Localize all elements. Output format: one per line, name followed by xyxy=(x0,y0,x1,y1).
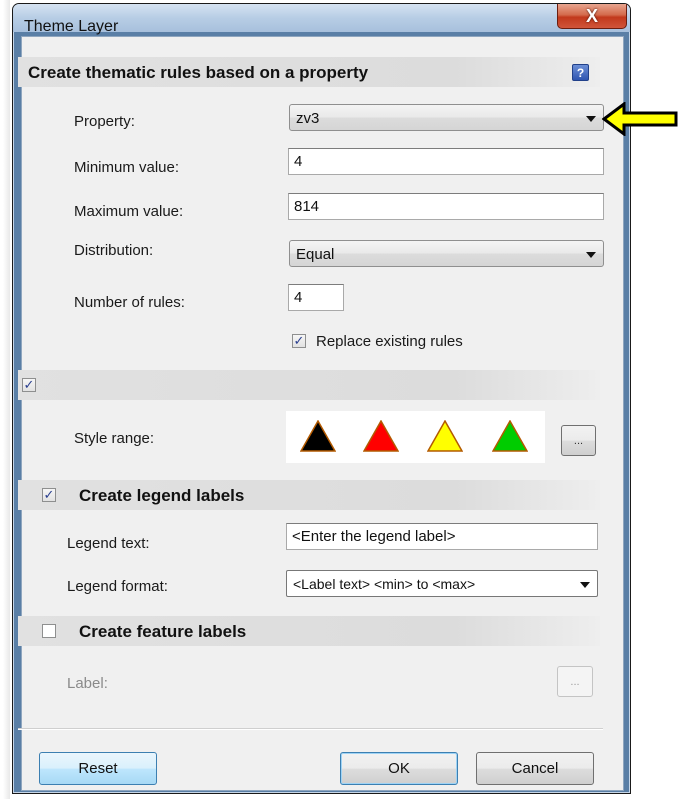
distribution-value: Equal xyxy=(296,246,335,263)
minimum-value-text: 4 xyxy=(294,153,303,170)
chevron-down-icon xyxy=(580,582,590,588)
legend-text-value: <Enter the legend label> xyxy=(292,528,456,545)
feature-section-header: Create feature labels xyxy=(18,616,600,646)
replace-existing-rules-label: Replace existing rules xyxy=(316,333,463,350)
close-icon: X xyxy=(585,5,598,26)
triangle-green-icon xyxy=(492,420,528,452)
footer-divider xyxy=(18,728,603,730)
number-of-rules-field[interactable]: 4 xyxy=(288,284,344,311)
distribution-label: Distribution: xyxy=(74,242,154,259)
help-icon[interactable]: ? xyxy=(572,64,589,81)
legend-format-label: Legend format: xyxy=(67,578,168,595)
style-range-label: Style range: xyxy=(74,430,155,447)
left-arrow-icon xyxy=(602,102,678,136)
minimum-value-field[interactable]: 4 xyxy=(288,148,604,175)
ellipsis-icon: ... xyxy=(573,434,584,447)
rules-section-title: Create thematic rules based on a propert… xyxy=(28,63,369,82)
feature-section-checkbox[interactable] xyxy=(42,624,56,638)
check-icon: ✓ xyxy=(23,377,35,392)
legend-format-dropdown[interactable]: <Label text> <min> to <max> xyxy=(286,570,598,597)
property-value: zv3 xyxy=(296,110,320,127)
maximum-value-label: Maximum value: xyxy=(74,203,184,220)
chevron-down-icon xyxy=(586,116,596,122)
check-icon: ✓ xyxy=(43,487,55,502)
maximum-value-field[interactable]: 814 xyxy=(288,193,604,220)
ellipsis-icon: ... xyxy=(570,675,580,688)
property-dropdown[interactable]: zv3 xyxy=(289,104,604,131)
cancel-button-label: Cancel xyxy=(511,760,559,777)
triangle-black-icon xyxy=(300,420,336,452)
desktop-edge xyxy=(0,0,10,799)
legend-section-checkbox[interactable]: ✓ xyxy=(42,488,56,502)
maximum-value-text: 814 xyxy=(294,198,320,215)
feature-label-browse-button[interactable]: ... xyxy=(557,666,593,697)
title-bar[interactable]: Theme Layer X xyxy=(13,4,630,35)
distribution-dropdown[interactable]: Equal xyxy=(289,240,604,267)
rules-section-header: Create thematic rules based on a propert… xyxy=(18,57,600,87)
property-label: Property: xyxy=(74,113,135,130)
number-of-rules-text: 4 xyxy=(294,289,303,306)
replace-existing-rules-checkbox[interactable]: ✓ xyxy=(292,334,306,348)
ok-button-label: OK xyxy=(388,760,410,777)
legend-section-title: Create legend labels xyxy=(79,486,245,505)
minimum-value-label: Minimum value: xyxy=(74,159,180,176)
style-section-checkbox[interactable]: ✓ xyxy=(22,378,36,392)
triangle-red-icon xyxy=(363,420,399,452)
triangle-yellow-icon xyxy=(427,420,463,452)
legend-section-header: ✓ Create legend labels xyxy=(18,480,600,510)
legend-format-value: <Label text> <min> to <max> xyxy=(293,576,476,592)
feature-section-title: Create feature labels xyxy=(79,622,247,641)
style-section-header: ✓ xyxy=(18,370,600,400)
legend-text-field[interactable]: <Enter the legend label> xyxy=(286,523,598,550)
reset-button-label: Reset xyxy=(78,760,118,777)
number-of-rules-label: Number of rules: xyxy=(74,294,185,311)
legend-text-label: Legend text: xyxy=(67,535,150,552)
reset-button[interactable]: Reset xyxy=(39,752,157,785)
close-button[interactable]: X xyxy=(557,4,627,29)
style-range-browse-button[interactable]: ... xyxy=(561,425,596,456)
ok-button[interactable]: OK xyxy=(340,752,458,785)
check-icon: ✓ xyxy=(293,333,305,348)
cancel-button[interactable]: Cancel xyxy=(476,752,594,785)
chevron-down-icon xyxy=(586,252,596,258)
style-range-preview[interactable] xyxy=(286,411,545,463)
window-title: Theme Layer xyxy=(24,18,119,35)
feature-label-label: Label: xyxy=(67,675,108,692)
